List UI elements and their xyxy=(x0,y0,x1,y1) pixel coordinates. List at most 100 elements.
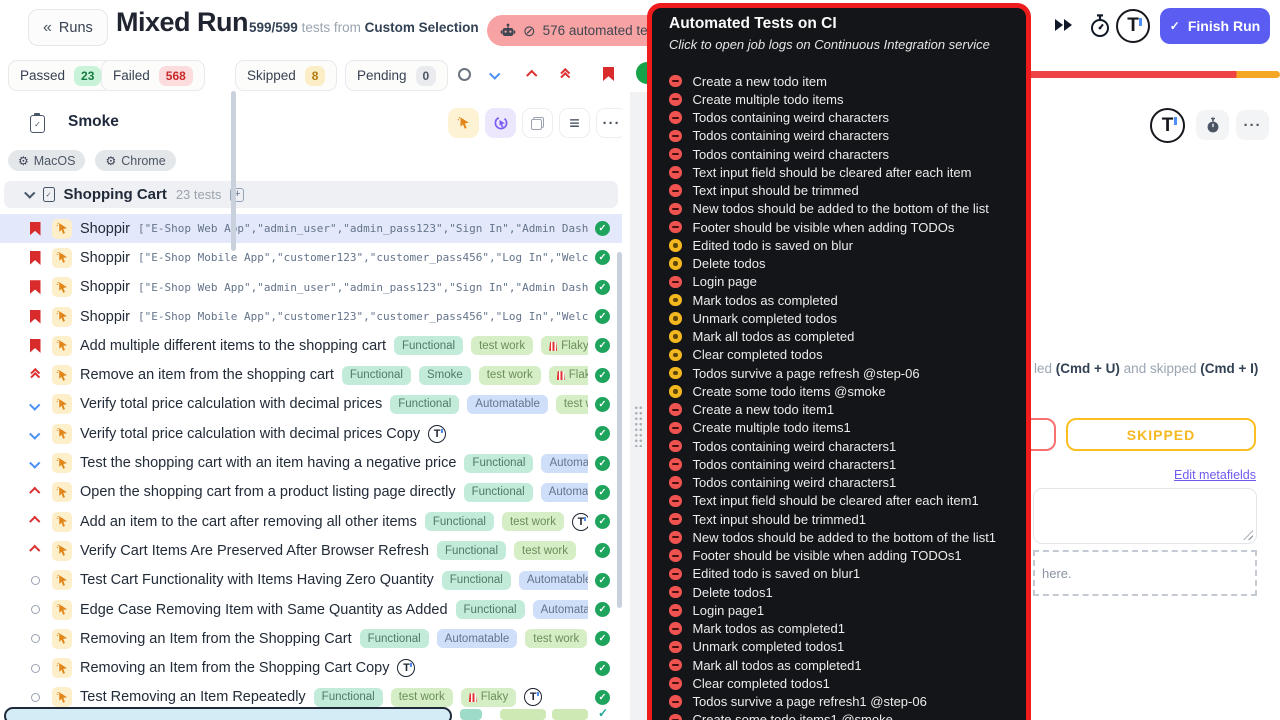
test-tag[interactable]: Functional xyxy=(464,483,533,502)
ci-test-item[interactable]: Todos containing weird characters xyxy=(669,109,1026,127)
test-tag[interactable]: test work xyxy=(556,395,588,414)
test-row[interactable]: Open the shopping cart from a product li… xyxy=(0,478,622,507)
replay-selection-button[interactable] xyxy=(485,108,516,138)
ci-test-item[interactable]: Create some todo items1 @smoke xyxy=(669,711,1026,720)
status-filter-chip[interactable]: Pending 0 xyxy=(345,60,448,91)
ci-test-item[interactable]: Create multiple todo items1 xyxy=(669,419,1026,437)
test-tag[interactable]: Functional xyxy=(314,688,383,707)
filter-pending-circle-icon[interactable] xyxy=(458,68,471,81)
ci-test-item[interactable]: Clear completed todos1 xyxy=(669,674,1026,692)
test-tag[interactable]: test work xyxy=(479,366,541,385)
stopwatch-icon[interactable] xyxy=(1088,13,1112,39)
test-tag[interactable]: test work xyxy=(514,541,576,560)
testomat-logo-icon[interactable]: T xyxy=(1150,108,1185,143)
test-row[interactable]: Shoppir ["E-Shop Web App","admin_user","… xyxy=(0,273,622,302)
test-tag[interactable]: Automatable xyxy=(467,395,548,414)
test-tag[interactable]: Functional xyxy=(456,600,525,619)
test-tag[interactable]: Automatable xyxy=(541,483,588,502)
ci-test-item[interactable]: Mark todos as completed xyxy=(669,291,1026,309)
test-tag[interactable]: Automatable xyxy=(533,600,588,619)
filter-priority-low-icon[interactable] xyxy=(491,70,499,78)
ci-test-item[interactable]: Footer should be visible when adding TOD… xyxy=(669,218,1026,236)
back-to-runs-button[interactable]: « Runs xyxy=(28,9,108,46)
ci-test-item[interactable]: Todos survive a page refresh1 @step-06 xyxy=(669,693,1026,711)
test-row[interactable]: Add an item to the cart after removing a… xyxy=(0,507,622,536)
finish-run-button[interactable]: ✓ Finish Run xyxy=(1160,8,1270,44)
ci-test-item[interactable]: Unmark completed todos1 xyxy=(669,638,1026,656)
test-tag[interactable]: Functional xyxy=(390,395,459,414)
test-tag[interactable]: Functional xyxy=(425,512,494,531)
copy-button[interactable] xyxy=(522,108,553,138)
ci-test-item[interactable]: Create some todo items @smoke xyxy=(669,382,1026,400)
automated-tests-tooltip[interactable]: Automated Tests on CI Click to open job … xyxy=(647,3,1031,720)
test-row[interactable]: Verify Cart Items Are Preserved After Br… xyxy=(0,536,622,565)
test-row[interactable]: Test Cart Functionality with Items Havin… xyxy=(0,566,622,595)
suite-more-button[interactable]: ··· xyxy=(596,108,622,138)
test-row[interactable]: Remove an item from the shopping cart Fu… xyxy=(0,360,622,389)
ci-test-item[interactable]: Delete todos xyxy=(669,255,1026,273)
test-tag[interactable]: Flaky xyxy=(461,688,516,707)
ci-test-item[interactable]: Todos survive a page refresh @step-06 xyxy=(669,364,1026,382)
focused-row-partial[interactable] xyxy=(4,707,452,720)
test-tag[interactable]: test work xyxy=(471,336,533,355)
detail-more-button[interactable]: ··· xyxy=(1236,110,1269,140)
test-tag[interactable]: Functional xyxy=(437,541,506,560)
test-tag[interactable]: Functional xyxy=(464,454,533,473)
ci-test-item[interactable]: Clear completed todos xyxy=(669,346,1026,364)
env-tag[interactable]: ⚙MacOS xyxy=(8,150,85,171)
ci-test-item[interactable]: New todos should be added to the bottom … xyxy=(669,200,1026,218)
status-filter-chip[interactable]: Skipped 8 xyxy=(235,60,337,91)
env-tag[interactable]: ⚙Chrome xyxy=(95,150,175,171)
ci-test-item[interactable]: Text input field should be cleared after… xyxy=(669,163,1026,181)
ci-test-item[interactable]: Mark all todos as completed xyxy=(669,328,1026,346)
ci-test-item[interactable]: New todos should be added to the bottom … xyxy=(669,528,1026,546)
ci-test-item[interactable]: Delete todos1 xyxy=(669,583,1026,601)
test-row[interactable]: Shoppir ["E-Shop Mobile App","customer12… xyxy=(0,302,622,331)
fast-forward-icon[interactable] xyxy=(1055,19,1073,31)
ci-test-item[interactable]: Edited todo is saved on blur xyxy=(669,236,1026,254)
ci-test-item[interactable]: Unmark completed todos xyxy=(669,309,1026,327)
test-row[interactable]: Shoppir ["E-Shop Web App","admin_user","… xyxy=(0,214,622,243)
ci-test-item[interactable]: Edited todo is saved on blur1 xyxy=(669,565,1026,583)
test-tag[interactable]: test work xyxy=(502,512,564,531)
ci-test-item[interactable]: Todos containing weird characters1 xyxy=(669,437,1026,455)
edit-metafields-link[interactable]: Edit metafields xyxy=(1140,468,1256,482)
right-scrollbar[interactable] xyxy=(231,91,236,251)
ci-test-item[interactable]: Todos containing weird characters xyxy=(669,127,1026,145)
timer-button[interactable] xyxy=(1196,110,1229,140)
ci-test-item[interactable]: Todos containing weird characters1 xyxy=(669,455,1026,473)
list-menu-button[interactable]: ≡ xyxy=(559,108,590,138)
test-row[interactable]: Removing an Item from the Shopping Cart … xyxy=(0,624,622,653)
ci-test-item[interactable]: Login page1 xyxy=(669,601,1026,619)
ci-test-item[interactable]: Text input should be trimmed xyxy=(669,182,1026,200)
test-tag[interactable]: Automatable xyxy=(519,571,588,590)
test-row[interactable]: Test the shopping cart with an item havi… xyxy=(0,448,622,477)
status-filter-chip[interactable]: Passed 23 xyxy=(8,60,113,91)
left-scrollbar[interactable] xyxy=(617,252,622,608)
filter-priority-high-icon[interactable] xyxy=(528,72,536,80)
file-dropzone[interactable]: here. xyxy=(1033,550,1257,596)
test-row[interactable]: Shoppir ["E-Shop Mobile App","customer12… xyxy=(0,243,622,272)
test-tag[interactable]: Flaky xyxy=(549,366,588,385)
skipped-status-button[interactable]: SKIPPED xyxy=(1066,418,1256,451)
status-filter-chip[interactable]: Failed 568 xyxy=(101,60,205,91)
ci-test-item[interactable]: Create a new todo item xyxy=(669,72,1026,90)
test-tag[interactable]: Functional xyxy=(342,366,411,385)
test-tag[interactable]: Functional xyxy=(394,336,463,355)
ci-test-item[interactable]: Create multiple todo items xyxy=(669,90,1026,108)
test-row[interactable]: Verify total price calculation with deci… xyxy=(0,390,622,419)
filter-bookmark-icon[interactable] xyxy=(603,67,614,81)
ci-test-item[interactable]: Todos containing weird characters xyxy=(669,145,1026,163)
testomat-logo-icon[interactable]: T xyxy=(1116,9,1150,43)
test-tag[interactable]: Automatable xyxy=(437,629,518,648)
ci-test-item[interactable]: Footer should be visible when adding TOD… xyxy=(669,547,1026,565)
test-tag[interactable]: Functional xyxy=(360,629,429,648)
ci-test-item[interactable]: Text input field should be cleared after… xyxy=(669,492,1026,510)
ci-test-item[interactable]: Mark all todos as completed1 xyxy=(669,656,1026,674)
panel-resizer[interactable] xyxy=(630,92,647,720)
filter-priority-critical-icon[interactable] xyxy=(562,70,569,80)
ci-test-item[interactable]: Login page xyxy=(669,273,1026,291)
test-tag[interactable]: Smoke xyxy=(419,366,471,385)
test-row[interactable]: Edge Case Removing Item with Same Quanti… xyxy=(0,595,622,624)
test-tag[interactable]: Flaky xyxy=(541,336,588,355)
